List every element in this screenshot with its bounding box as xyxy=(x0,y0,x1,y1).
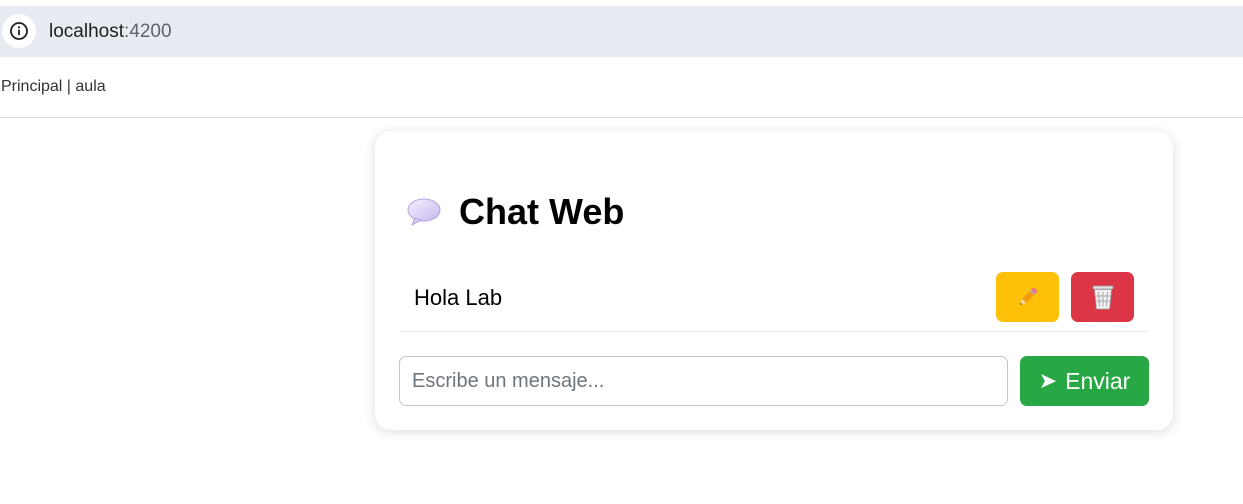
arrow-right-icon: ➤ xyxy=(1038,368,1058,393)
send-button-label: Enviar xyxy=(1065,367,1131,394)
chat-header: Chat Web xyxy=(405,191,624,233)
edit-message-button[interactable] xyxy=(996,272,1059,322)
send-button[interactable]: ➤ Enviar xyxy=(1020,356,1149,406)
info-icon xyxy=(10,22,28,40)
chat-card: Chat Web Hola Lab Escribe un mensaje... … xyxy=(375,131,1173,430)
page-title: Chat Web xyxy=(459,191,625,232)
wastebasket-icon xyxy=(1092,285,1113,310)
url-text[interactable]: localhost:4200 xyxy=(49,20,172,44)
url-port: :4200 xyxy=(124,21,172,42)
browser-address-bar: localhost:4200 xyxy=(0,6,1243,57)
delete-message-button[interactable] xyxy=(1071,272,1134,322)
nav-breadcrumb: Principal | aula xyxy=(1,78,106,95)
site-info-button[interactable] xyxy=(2,14,36,48)
message-item: Hola Lab xyxy=(399,271,1149,332)
message-text: Hola Lab xyxy=(414,285,503,310)
message-input[interactable] xyxy=(399,356,1008,406)
url-host: localhost xyxy=(49,21,124,42)
speech-balloon-icon xyxy=(407,198,441,227)
app-navbar: Principal | aula xyxy=(0,58,1243,118)
pencil-icon xyxy=(1019,287,1038,305)
